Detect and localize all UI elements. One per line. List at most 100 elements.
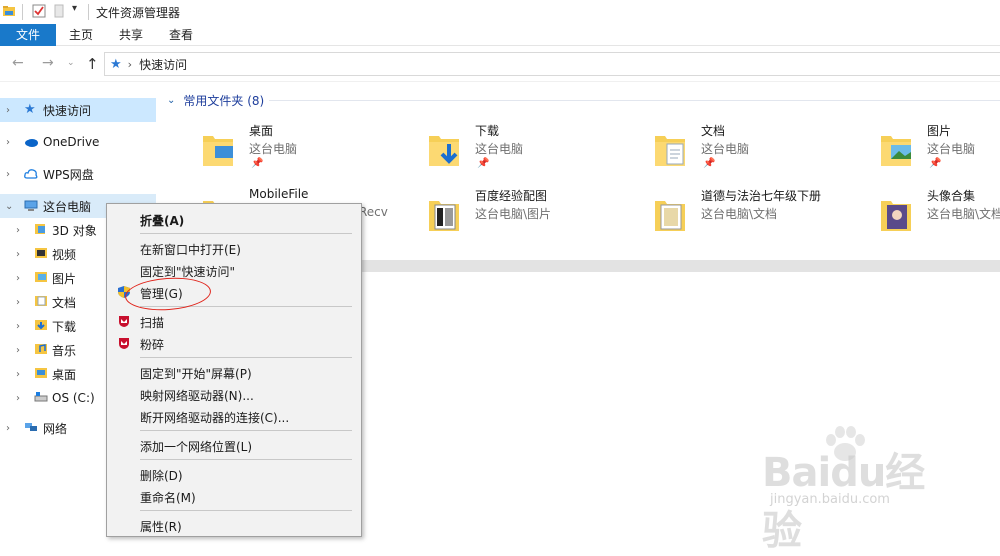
expand-chevron-icon[interactable]: › bbox=[6, 105, 14, 116]
menu-item-label: 固定到"快速访问" bbox=[140, 265, 236, 279]
folder-item[interactable]: 道德与法治七年级下册 这台电脑\文档 bbox=[613, 187, 839, 245]
expand-chevron-icon[interactable]: › bbox=[16, 249, 24, 260]
menu-separator bbox=[140, 357, 352, 358]
pin-icon: 📌 bbox=[929, 158, 942, 169]
folder-location: 这台电脑\图片 bbox=[475, 207, 552, 221]
sidebar-item-onedrive[interactable]: › OneDrive bbox=[0, 130, 156, 154]
menu-item-collapse[interactable]: 折叠(A) bbox=[107, 208, 361, 230]
chevron-down-icon[interactable]: ⌄ bbox=[167, 95, 175, 106]
folder-item[interactable]: 图片 这台电脑 📌 bbox=[839, 122, 1000, 180]
folder-item[interactable]: 桌面 这台电脑 📌 bbox=[161, 122, 387, 180]
expand-chevron-icon[interactable]: › bbox=[16, 321, 24, 332]
forward-arrow-icon[interactable]: → bbox=[42, 55, 54, 71]
documents-folder-icon bbox=[35, 296, 47, 306]
network-icon bbox=[25, 423, 37, 431]
customize-dropdown-icon[interactable]: ▾ bbox=[72, 3, 86, 17]
menu-item-scan[interactable]: 扫描 bbox=[107, 310, 361, 332]
up-arrow-icon[interactable]: ↑ bbox=[86, 55, 99, 73]
expand-chevron-icon[interactable]: › bbox=[16, 345, 24, 356]
sidebar-item-label: OS (C:) bbox=[52, 391, 95, 405]
sidebar-item-label: 音乐 bbox=[52, 343, 77, 358]
wps-cloud-icon bbox=[24, 169, 38, 179]
folder-location: Recv bbox=[359, 205, 388, 219]
expand-chevron-icon[interactable]: › bbox=[16, 273, 24, 284]
menu-item-pin-start[interactable]: 固定到"开始"屏幕(P) bbox=[107, 361, 361, 383]
expand-chevron-icon[interactable]: › bbox=[16, 393, 24, 404]
group-header[interactable]: ⌄ 常用文件夹 (8) bbox=[167, 92, 264, 109]
sidebar-item-wps[interactable]: › WPS网盘 bbox=[0, 162, 156, 186]
address-bar[interactable]: ★ › 快速访问 bbox=[104, 52, 1000, 76]
expand-chevron-icon[interactable]: › bbox=[16, 297, 24, 308]
folder-location: 这台电脑 bbox=[249, 142, 298, 156]
new-folder-icon[interactable] bbox=[52, 4, 66, 18]
pictures-folder-icon bbox=[35, 272, 47, 282]
menu-item-shred[interactable]: 粉碎 bbox=[107, 332, 361, 354]
menu-item-label: 扫描 bbox=[140, 316, 165, 330]
folder-name: 文档 bbox=[701, 124, 726, 138]
mcafee-shield-icon bbox=[119, 316, 129, 327]
expand-chevron-icon[interactable]: › bbox=[6, 137, 14, 148]
breadcrumb[interactable]: 快速访问 bbox=[139, 56, 187, 73]
menu-separator bbox=[140, 459, 352, 460]
menu-item-label: 删除(D) bbox=[140, 469, 183, 483]
folder-name: 下载 bbox=[475, 124, 500, 138]
tab-file[interactable]: 文件 bbox=[0, 24, 56, 46]
chevron-right-icon[interactable]: › bbox=[128, 58, 132, 71]
folder-item[interactable]: 头像合集 这台电脑\文档 bbox=[839, 187, 1000, 245]
pictures-folder-icon bbox=[881, 136, 911, 166]
ribbon: 文件 主页 共享 查看 bbox=[0, 24, 1000, 46]
title-separator bbox=[88, 4, 89, 20]
sidebar-item-label: 快速访问 bbox=[43, 103, 92, 118]
documents-folder-icon bbox=[655, 136, 685, 166]
sidebar-item-label: 桌面 bbox=[52, 367, 77, 382]
menu-separator bbox=[140, 430, 352, 431]
expand-chevron-icon[interactable]: › bbox=[16, 225, 24, 236]
folder-location: 这台电脑 bbox=[701, 142, 750, 156]
expand-chevron-icon[interactable]: › bbox=[16, 369, 24, 380]
tab-share[interactable]: 共享 bbox=[108, 24, 154, 46]
quick-access-star-icon: ★ bbox=[110, 56, 122, 72]
cloud-icon bbox=[25, 139, 38, 147]
menu-item-label: 粉碎 bbox=[140, 338, 165, 352]
collapse-chevron-icon[interactable]: ⌄ bbox=[5, 201, 13, 212]
folder-item[interactable]: 文档 这台电脑 📌 bbox=[613, 122, 839, 180]
explorer-icon[interactable] bbox=[2, 4, 16, 18]
sidebar-item-label: 图片 bbox=[52, 271, 77, 286]
folder-location: 这台电脑\文档 bbox=[927, 207, 1000, 221]
menu-item-disconnect-drive[interactable]: 断开网络驱动器的连接(C)... bbox=[107, 405, 361, 427]
menu-item-properties[interactable]: 属性(R) bbox=[107, 514, 361, 536]
menu-item-pin-quick-access[interactable]: 固定到"快速访问" bbox=[107, 259, 361, 281]
folder-name: 图片 bbox=[927, 124, 952, 138]
folder-location: 这台电脑\文档 bbox=[701, 207, 778, 221]
music-folder-icon bbox=[35, 344, 47, 354]
menu-item-label: 属性(R) bbox=[140, 520, 182, 534]
sidebar-item-label: WPS网盘 bbox=[43, 167, 94, 182]
properties-icon[interactable] bbox=[32, 4, 46, 18]
sidebar-item-label: 网络 bbox=[43, 421, 68, 436]
sidebar-item-label: 3D 对象 bbox=[52, 223, 97, 238]
sidebar-item-label: 文档 bbox=[52, 295, 77, 310]
document-folder-icon bbox=[655, 201, 685, 231]
menu-item-label: 重命名(M) bbox=[140, 491, 196, 505]
back-arrow-icon[interactable]: ← bbox=[12, 55, 24, 71]
folder-item[interactable]: 下载 这台电脑 📌 bbox=[387, 122, 613, 180]
pin-icon: 📌 bbox=[477, 158, 490, 169]
folder-name: 百度经验配图 bbox=[475, 189, 548, 203]
tab-view[interactable]: 查看 bbox=[158, 24, 204, 46]
folder-name: 头像合集 bbox=[927, 189, 976, 203]
group-label: 常用文件夹 (8) bbox=[183, 94, 265, 108]
menu-item-add-network-location[interactable]: 添加一个网络位置(L) bbox=[107, 434, 361, 456]
menu-item-delete[interactable]: 删除(D) bbox=[107, 463, 361, 485]
expand-chevron-icon[interactable]: › bbox=[6, 169, 14, 180]
expand-chevron-icon[interactable]: › bbox=[6, 423, 14, 434]
recent-locations-icon[interactable]: ⌄ bbox=[67, 58, 75, 68]
tab-home[interactable]: 主页 bbox=[58, 24, 104, 46]
menu-item-map-drive[interactable]: 映射网络驱动器(N)... bbox=[107, 383, 361, 405]
pin-icon: 📌 bbox=[251, 158, 264, 169]
folder-item[interactable]: 百度经验配图 这台电脑\图片 bbox=[387, 187, 613, 245]
downloads-folder-icon bbox=[429, 136, 459, 166]
group-divider bbox=[269, 100, 1000, 101]
menu-item-open-new-window[interactable]: 在新窗口中打开(E) bbox=[107, 237, 361, 259]
menu-item-rename[interactable]: 重命名(M) bbox=[107, 485, 361, 507]
sidebar-item-quick-access[interactable]: › ★ 快速访问 bbox=[0, 98, 156, 122]
